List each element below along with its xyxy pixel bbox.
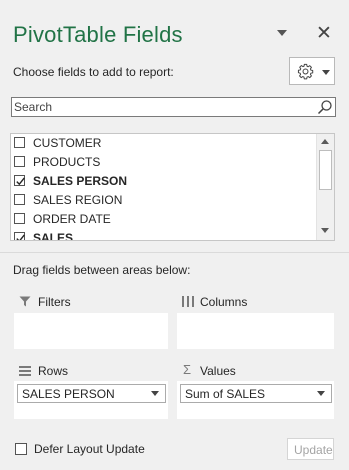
- field-checkbox[interactable]: [14, 175, 25, 186]
- defer-layout-checkbox[interactable]: [15, 443, 27, 455]
- chevron-down-icon: [317, 391, 325, 396]
- field-item-sales-region[interactable]: SALES REGION: [12, 191, 317, 210]
- gear-icon: [297, 63, 314, 80]
- field-item-products[interactable]: PRODUCTS: [12, 153, 317, 172]
- values-label: Values: [200, 364, 236, 378]
- columns-area[interactable]: [177, 313, 334, 349]
- choose-fields-label: Choose fields to add to report:: [13, 65, 174, 79]
- field-item-sales-person[interactable]: SALES PERSON: [12, 172, 317, 191]
- task-pane-options-icon[interactable]: [277, 30, 287, 36]
- field-list-scrollbar[interactable]: [316, 134, 334, 240]
- scroll-up-icon[interactable]: [321, 139, 329, 144]
- values-area[interactable]: Sum of SALES: [177, 381, 334, 419]
- columns-icon: [182, 296, 194, 307]
- scroll-down-icon[interactable]: [321, 228, 329, 233]
- rows-icon: [19, 366, 31, 376]
- field-label: ORDER DATE: [33, 212, 111, 226]
- filters-label: Filters: [38, 295, 71, 309]
- field-checkbox[interactable]: [14, 156, 25, 167]
- field-item-sales[interactable]: SALES: [12, 229, 317, 241]
- rows-area[interactable]: SALES PERSON: [14, 381, 168, 419]
- search-box[interactable]: [11, 97, 336, 117]
- field-checkbox[interactable]: [14, 213, 25, 224]
- sigma-icon: Σ: [183, 362, 192, 377]
- chevron-down-icon: [322, 70, 330, 75]
- field-label: SALES PERSON: [33, 174, 128, 188]
- values-field-button[interactable]: Sum of SALES: [180, 384, 332, 403]
- field-label: SALES REGION: [33, 193, 123, 207]
- values-field-value: Sum of SALES: [185, 387, 266, 401]
- field-checkbox[interactable]: [14, 194, 25, 205]
- close-icon[interactable]: ✕: [316, 24, 332, 44]
- checkmark-icon: [16, 234, 25, 240]
- field-checkbox[interactable]: [14, 137, 25, 148]
- field-item-order-date[interactable]: ORDER DATE: [12, 210, 317, 229]
- scroll-thumb[interactable]: [319, 150, 332, 190]
- search-input[interactable]: [14, 99, 304, 115]
- field-label: CUSTOMER: [33, 136, 102, 150]
- tools-button[interactable]: [289, 57, 335, 85]
- chevron-down-icon: [151, 391, 159, 396]
- drag-fields-label: Drag fields between areas below:: [13, 263, 191, 277]
- update-button[interactable]: Update: [287, 438, 334, 460]
- section-divider: [0, 252, 349, 253]
- filter-icon: [19, 296, 31, 307]
- columns-label: Columns: [200, 295, 248, 309]
- defer-layout-label: Defer Layout Update: [34, 442, 145, 456]
- checkmark-icon: [16, 177, 25, 186]
- field-label: PRODUCTS: [33, 155, 101, 169]
- filters-area[interactable]: [14, 313, 168, 349]
- field-item-customer[interactable]: CUSTOMER: [12, 134, 317, 153]
- field-label: SALES: [33, 231, 74, 241]
- rows-label: Rows: [38, 364, 69, 378]
- search-icon[interactable]: [317, 99, 333, 115]
- rows-field-button[interactable]: SALES PERSON: [17, 384, 166, 403]
- field-checkbox[interactable]: [14, 232, 25, 240]
- pane-title: PivotTable Fields: [13, 22, 183, 47]
- field-list: CUSTOMER PRODUCTS SALES PERSON SALES REG…: [10, 133, 335, 241]
- rows-field-value: SALES PERSON: [22, 387, 115, 401]
